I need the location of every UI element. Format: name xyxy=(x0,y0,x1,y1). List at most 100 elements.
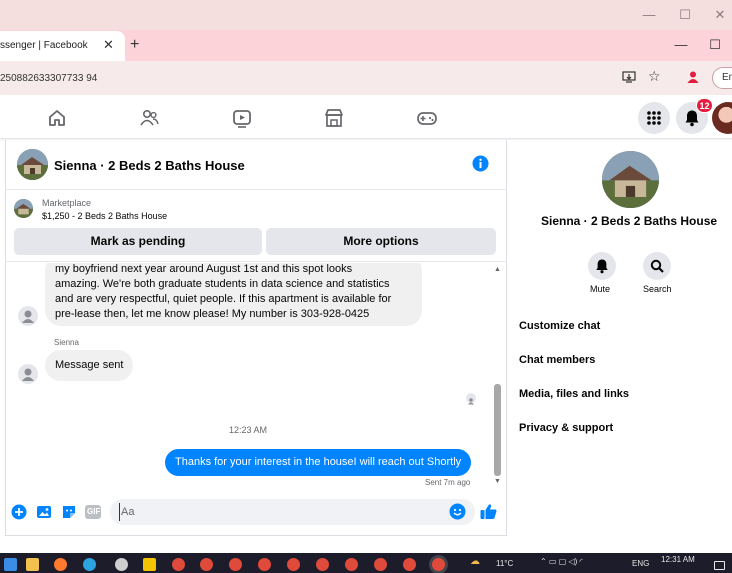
thumbs-up-icon[interactable] xyxy=(479,502,498,521)
chrome-icon[interactable] xyxy=(172,558,185,571)
friends-icon[interactable] xyxy=(138,107,160,129)
conversation-title[interactable]: Sienna · 2 Beds 2 Baths House xyxy=(54,158,245,173)
bookmark-star-icon[interactable]: ☆ xyxy=(648,68,661,85)
message-line: and are very respectful, quiet people. I… xyxy=(55,293,392,305)
tab-title: ssenger | Facebook xyxy=(0,40,88,51)
message-line: pre-lease then, let me know please! My n… xyxy=(55,308,370,320)
message-input[interactable]: Aa xyxy=(110,499,475,525)
scroll-up-arrow[interactable]: ▲ xyxy=(494,266,501,273)
more-options-button[interactable]: More options xyxy=(266,228,496,255)
person-icon xyxy=(22,310,34,323)
app-icon[interactable] xyxy=(115,558,128,571)
file-explorer-icon[interactable] xyxy=(26,558,39,571)
person-icon xyxy=(22,368,34,381)
scroll-down-arrow[interactable]: ▼ xyxy=(494,478,501,485)
marketplace-icon[interactable] xyxy=(323,107,345,129)
menu-grid-button[interactable] xyxy=(638,102,670,134)
inner-maximize-button[interactable]: ☐ xyxy=(706,37,724,53)
person-icon xyxy=(468,398,474,405)
browser-tab[interactable]: ssenger | Facebook ✕ xyxy=(0,31,125,61)
outgoing-message: Thanks for your interest in the houseI w… xyxy=(165,449,472,476)
chrome-icon[interactable] xyxy=(316,558,329,571)
system-tray-icons[interactable]: ⌃ ▭ ▢ ◁) ◜ xyxy=(540,557,583,566)
notification-center-icon[interactable] xyxy=(714,561,725,570)
menu-customize-chat[interactable]: Customize chat xyxy=(519,320,600,332)
mute-button[interactable] xyxy=(588,252,616,280)
listing-source: Marketplace xyxy=(42,198,92,208)
message-input-placeholder: Aa xyxy=(121,506,135,518)
emoji-icon[interactable] xyxy=(449,503,466,520)
home-icon[interactable] xyxy=(46,107,68,129)
photo-icon[interactable] xyxy=(36,504,52,520)
facebook-top-nav xyxy=(0,95,732,139)
read-receipt-avatar xyxy=(466,393,476,405)
menu-media-files-links[interactable]: Media, files and links xyxy=(519,388,629,400)
close-window-button[interactable]: ✕ xyxy=(711,7,729,23)
chrome-icon[interactable] xyxy=(374,558,387,571)
inner-minimize-button[interactable]: — xyxy=(672,37,690,52)
text-cursor xyxy=(119,503,120,521)
weather-icon[interactable]: ☁ xyxy=(470,556,480,567)
contact-large-avatar[interactable] xyxy=(602,151,659,208)
sent-status: Sent 7m ago xyxy=(425,478,471,487)
url-text[interactable]: 250882633307733 94 xyxy=(0,73,97,84)
search-in-conversation-button[interactable] xyxy=(643,252,671,280)
edge-icon[interactable] xyxy=(83,558,96,571)
sticky-notes-icon[interactable] xyxy=(143,558,156,571)
sender-avatar xyxy=(18,364,38,384)
profile-chip[interactable]: Em xyxy=(712,67,732,89)
gif-icon[interactable]: GIF xyxy=(85,505,101,519)
weather-temperature[interactable]: 11°C xyxy=(496,559,513,568)
install-app-icon[interactable] xyxy=(622,70,636,84)
info-icon[interactable] xyxy=(472,155,489,172)
house-photo xyxy=(14,199,33,218)
listing-thumbnail[interactable] xyxy=(14,199,33,218)
menu-chat-members[interactable]: Chat members xyxy=(519,354,595,366)
listing-summary[interactable]: $1,250 - 2 Beds 2 Baths House xyxy=(42,211,167,221)
mute-label: Mute xyxy=(590,284,611,294)
message-timestamp: 12:23 AM xyxy=(229,425,268,435)
menu-privacy-support[interactable]: Privacy & support xyxy=(519,422,613,434)
maximize-window-button[interactable]: ☐ xyxy=(676,7,694,23)
clock-time[interactable]: 12:31 AM xyxy=(661,555,695,564)
chrome-icon[interactable] xyxy=(345,558,358,571)
chrome-icon[interactable] xyxy=(403,558,416,571)
windows-taskbar xyxy=(0,553,732,573)
bell-icon xyxy=(685,110,699,127)
info-panel-title: Sienna · 2 Beds 2 Baths House xyxy=(541,214,718,228)
language-indicator[interactable]: ENG xyxy=(632,559,649,568)
message-thread[interactable]: my boyfriend next year around August 1st… xyxy=(7,263,492,491)
bell-icon xyxy=(596,259,608,274)
window-titlebar xyxy=(0,0,732,30)
sender-name: Sienna xyxy=(54,338,79,347)
notification-count-badge: 12 xyxy=(696,98,713,113)
thread-scrollbar[interactable]: ▲ ▼ xyxy=(493,266,502,491)
contact-avatar[interactable] xyxy=(17,149,48,180)
close-tab-icon[interactable]: ✕ xyxy=(103,37,114,53)
chat-info-panel xyxy=(507,140,732,536)
firefox-icon[interactable] xyxy=(54,558,67,571)
new-tab-button[interactable]: + xyxy=(130,36,139,54)
chrome-icon-active[interactable] xyxy=(432,558,445,571)
sticker-icon[interactable] xyxy=(61,504,77,520)
chrome-icon[interactable] xyxy=(229,558,242,571)
minimize-window-button[interactable]: — xyxy=(640,7,658,22)
chrome-icon[interactable] xyxy=(200,558,213,571)
mark-as-pending-button[interactable]: Mark as pending xyxy=(14,228,262,255)
start-icon[interactable] xyxy=(4,558,17,571)
house-photo xyxy=(17,149,48,180)
search-label: Search xyxy=(643,284,672,294)
search-icon xyxy=(650,259,664,273)
profile-icon[interactable] xyxy=(686,70,700,84)
watch-icon[interactable] xyxy=(231,107,253,129)
chrome-icon[interactable] xyxy=(258,558,271,571)
message-line: amazing. We're both graduate students in… xyxy=(55,278,390,290)
scrollbar-thumb[interactable] xyxy=(494,384,501,476)
gaming-icon[interactable] xyxy=(416,107,438,129)
menu-grid-icon xyxy=(647,111,661,125)
incoming-message-long: my boyfriend next year around August 1st… xyxy=(45,263,422,326)
chrome-icon[interactable] xyxy=(287,558,300,571)
house-photo xyxy=(602,151,659,208)
plus-circle-icon[interactable] xyxy=(11,504,27,520)
incoming-message-short: Message sent xyxy=(45,350,134,381)
